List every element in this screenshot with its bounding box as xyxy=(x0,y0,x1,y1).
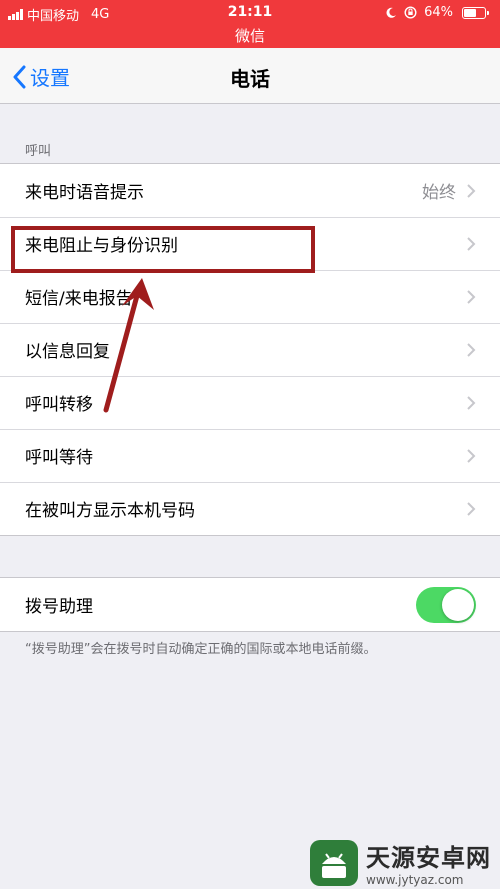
watermark: 天源安卓网 www.jytyaz.com xyxy=(310,838,491,887)
dial-assist-toggle[interactable] xyxy=(416,586,476,623)
watermark-title: 天源安卓网 xyxy=(366,844,491,872)
row-value: 始终 xyxy=(422,183,456,203)
chevron-right-icon xyxy=(467,236,476,251)
row-label: 在被叫方显示本机号码 xyxy=(25,501,195,521)
status-right: 64% xyxy=(385,5,489,20)
row-label: 呼叫转移 xyxy=(25,395,93,415)
row-label: 拨号助理 xyxy=(25,597,93,617)
row-voice-announce[interactable]: 来电时语音提示 始终 xyxy=(0,164,500,217)
row-show-caller-id[interactable]: 在被叫方显示本机号码 xyxy=(0,482,500,535)
highlight-box xyxy=(11,226,315,273)
rotation-lock-icon xyxy=(404,6,417,19)
chevron-right-icon xyxy=(467,183,476,198)
chevron-right-icon xyxy=(467,395,476,410)
status-bar: 中国移动 4G 21:11 微信 64% xyxy=(0,0,500,48)
watermark-url: www.jytyaz.com xyxy=(366,873,464,887)
chevron-right-icon xyxy=(467,501,476,516)
battery-percent: 64% xyxy=(424,5,453,20)
page-title: 电话 xyxy=(230,67,270,91)
row-label: 短信/来电报告 xyxy=(25,289,133,309)
row-call-waiting[interactable]: 呼叫等待 xyxy=(0,429,500,482)
android-logo-icon xyxy=(310,839,358,886)
row-label: 呼叫等待 xyxy=(25,448,93,468)
row-label: 以信息回复 xyxy=(25,342,110,362)
navigation-bar: 设置 电话 xyxy=(0,48,500,104)
dial-assist-group: 拨号助理 xyxy=(0,577,500,632)
section-header-call: 呼叫 xyxy=(25,144,52,159)
chevron-right-icon xyxy=(467,289,476,304)
row-label: 来电时语音提示 xyxy=(25,183,144,203)
row-respond-with-text[interactable]: 以信息回复 xyxy=(0,323,500,376)
dial-assist-footnote: “拨号助理”会在拨号时自动确定正确的国际或本地电话前缀。 xyxy=(25,642,377,657)
chevron-right-icon xyxy=(467,448,476,463)
row-dial-assist: 拨号助理 xyxy=(0,578,500,631)
call-settings-group: 来电时语音提示 始终 来电阻止与身份识别 短信/来电报告 以信息回复 呼叫转移 … xyxy=(0,163,500,536)
battery-icon xyxy=(462,6,489,19)
chevron-right-icon xyxy=(467,342,476,357)
return-to-app[interactable]: 微信 xyxy=(0,25,500,46)
row-sms-call-report[interactable]: 短信/来电报告 xyxy=(0,270,500,323)
toggle-knob xyxy=(442,588,474,621)
row-call-forwarding[interactable]: 呼叫转移 xyxy=(0,376,500,429)
moon-icon xyxy=(386,7,397,18)
